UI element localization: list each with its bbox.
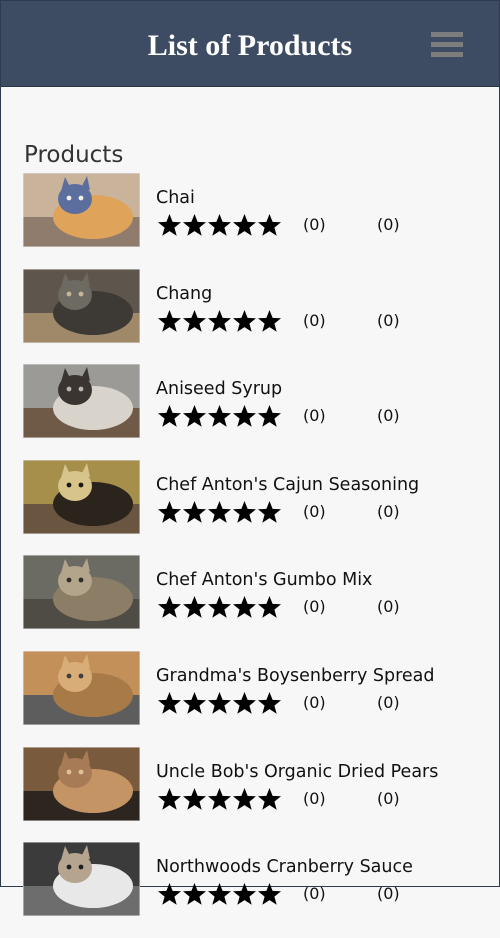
star-icon[interactable] — [157, 787, 182, 811]
product-item[interactable]: Chef Anton's Gumbo Mix (0) (0) — [1, 555, 499, 651]
star-icon[interactable] — [182, 882, 207, 906]
product-item[interactable]: Aniseed Syrup (0) (0) — [1, 364, 499, 460]
product-name[interactable]: Uncle Bob's Organic Dried Pears — [156, 761, 438, 783]
star-icon[interactable] — [232, 404, 257, 428]
product-item[interactable]: Uncle Bob's Organic Dried Pears (0) (0) — [1, 746, 499, 843]
star-icon[interactable] — [182, 500, 207, 524]
star-icon[interactable] — [232, 691, 257, 715]
rating-count: (0) — [303, 884, 326, 904]
product-item[interactable]: Chai (0) (0) — [1, 173, 499, 269]
star-icon[interactable] — [157, 213, 182, 237]
star-icon[interactable] — [232, 309, 257, 333]
menu-bar — [431, 52, 463, 57]
product-item[interactable]: Northwoods Cranberry Sauce (0) (0) — [1, 842, 499, 938]
product-image[interactable] — [23, 746, 140, 821]
star-icon[interactable] — [257, 787, 282, 811]
product-image[interactable] — [23, 173, 140, 247]
product-name[interactable]: Chang — [156, 283, 212, 305]
product-item[interactable]: Chang (0) (0) — [1, 268, 499, 365]
product-name[interactable]: Northwoods Cranberry Sauce — [156, 856, 413, 878]
rating-count: (0) — [303, 788, 326, 808]
product-image[interactable] — [23, 364, 140, 439]
star-icon[interactable] — [207, 691, 232, 715]
review-count: (0) — [377, 501, 400, 521]
rating-count: (0) — [303, 406, 326, 426]
star-icon[interactable] — [257, 309, 282, 333]
review-count: (0) — [377, 215, 400, 234]
star-icon[interactable] — [182, 787, 207, 811]
star-rating[interactable] — [157, 404, 282, 430]
star-icon[interactable] — [157, 309, 182, 333]
star-icon[interactable] — [257, 213, 282, 237]
rating-count: (0) — [303, 501, 326, 521]
star-icon[interactable] — [207, 404, 232, 428]
star-icon[interactable] — [207, 500, 232, 524]
star-rating[interactable] — [157, 595, 282, 621]
star-icon[interactable] — [157, 691, 182, 715]
star-icon[interactable] — [257, 882, 282, 906]
section-title: Products — [24, 142, 124, 169]
star-icon[interactable] — [182, 213, 207, 237]
product-image[interactable] — [23, 650, 140, 725]
star-icon[interactable] — [207, 309, 232, 333]
review-count: (0) — [377, 884, 400, 904]
star-icon[interactable] — [257, 404, 282, 428]
star-icon[interactable] — [207, 787, 232, 811]
star-rating[interactable] — [157, 787, 282, 813]
product-image[interactable] — [23, 459, 140, 534]
product-name[interactable]: Grandma's Boysenberry Spread — [156, 665, 435, 687]
star-icon[interactable] — [232, 787, 257, 811]
star-rating[interactable] — [157, 309, 282, 335]
review-count: (0) — [377, 788, 400, 808]
star-icon[interactable] — [257, 691, 282, 715]
review-count: (0) — [377, 692, 400, 712]
rating-count: (0) — [303, 597, 326, 617]
product-image[interactable] — [23, 555, 140, 630]
product-name[interactable]: Chef Anton's Gumbo Mix — [156, 569, 372, 591]
product-image[interactable] — [23, 268, 140, 343]
star-icon[interactable] — [257, 500, 282, 524]
star-icon[interactable] — [207, 595, 232, 619]
star-icon[interactable] — [232, 882, 257, 906]
product-name[interactable]: Chef Anton's Cajun Seasoning — [156, 474, 419, 496]
star-icon[interactable] — [182, 404, 207, 428]
menu-bar — [431, 32, 463, 37]
star-icon[interactable] — [157, 882, 182, 906]
product-name[interactable]: Aniseed Syrup — [156, 378, 282, 400]
star-icon[interactable] — [182, 595, 207, 619]
product-image[interactable] — [23, 842, 140, 917]
page-title: List of Products — [147, 29, 353, 62]
star-icon[interactable] — [157, 404, 182, 428]
review-count: (0) — [377, 310, 400, 330]
star-rating[interactable] — [157, 691, 282, 717]
star-icon[interactable] — [182, 691, 207, 715]
hamburger-menu-icon[interactable] — [431, 30, 463, 60]
star-icon[interactable] — [232, 595, 257, 619]
rating-count: (0) — [303, 310, 326, 330]
star-icon[interactable] — [207, 882, 232, 906]
product-item[interactable]: Chef Anton's Cajun Seasoning (0) (0) — [1, 459, 499, 556]
product-list: Chai (0) (0) Chang (0) (0) Aniseed Syrup (0) (0)… — [1, 173, 499, 938]
star-rating[interactable] — [157, 500, 282, 526]
star-icon[interactable] — [207, 213, 232, 237]
product-name[interactable]: Chai — [156, 187, 195, 209]
star-icon[interactable] — [232, 213, 257, 237]
star-rating[interactable] — [157, 882, 282, 908]
star-icon[interactable] — [157, 595, 182, 619]
app-header: List of Products — [1, 1, 499, 87]
rating-count: (0) — [303, 215, 326, 234]
rating-count: (0) — [303, 692, 326, 712]
star-icon[interactable] — [232, 500, 257, 524]
star-icon[interactable] — [182, 309, 207, 333]
star-rating[interactable] — [157, 213, 282, 239]
review-count: (0) — [377, 406, 400, 426]
star-icon[interactable] — [157, 500, 182, 524]
product-item[interactable]: Grandma's Boysenberry Spread (0) (0) — [1, 650, 499, 747]
review-count: (0) — [377, 597, 400, 617]
menu-bar — [431, 42, 463, 47]
star-icon[interactable] — [257, 595, 282, 619]
